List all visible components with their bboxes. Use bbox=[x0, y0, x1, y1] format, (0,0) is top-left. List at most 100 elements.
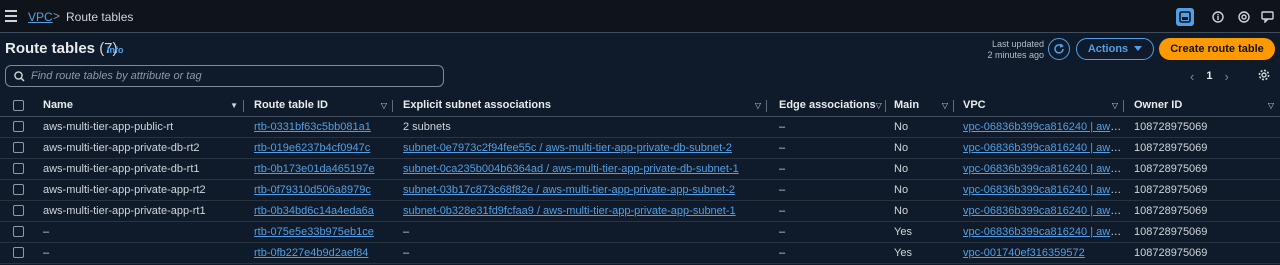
cell-main-text: No bbox=[894, 120, 909, 133]
column-header-name[interactable]: Name ▼ bbox=[37, 95, 244, 117]
cell-subnet-associations-link[interactable]: subnet-0b328e31fd9fcfaa9 / aws-multi-tie… bbox=[403, 205, 736, 217]
breadcrumb-current: Route tables bbox=[66, 10, 134, 24]
cell-main-text: Yes bbox=[894, 246, 912, 259]
search-input[interactable] bbox=[31, 70, 431, 82]
cell-route-table-id-link[interactable]: rtb-075e5e33b975eb1ce bbox=[254, 226, 374, 238]
sort-caret-icon[interactable]: ▼ bbox=[230, 101, 238, 110]
column-header-main[interactable]: Main ▽ bbox=[886, 95, 954, 117]
cell-route-table-id-link[interactable]: rtb-019e6237b4cf0947c bbox=[254, 142, 370, 154]
cell-edge-associations-text: – bbox=[779, 204, 786, 217]
actions-button[interactable]: Actions bbox=[1076, 38, 1154, 60]
cell-subnet-associations: subnet-0b328e31fd9fcfaa9 / aws-multi-tie… bbox=[393, 200, 767, 222]
table-row[interactable]: aws-multi-tier-app-private-app-rt1 rtb-0b… bbox=[0, 200, 1280, 222]
row-checkbox[interactable] bbox=[13, 163, 24, 175]
cell-subnet-associations-link[interactable]: subnet-0e7973c2f94fee55c / aws-multi-tie… bbox=[403, 142, 732, 154]
cell-subnet-associations-link[interactable]: subnet-03b17c873c68f82e / aws-multi-tier… bbox=[403, 184, 735, 196]
column-header-route-table-id[interactable]: Route table ID ▽ bbox=[244, 95, 393, 117]
column-label: Edge associations bbox=[779, 99, 876, 112]
cell-owner-id: 108728975069 bbox=[1124, 116, 1280, 138]
cell-name: aws-multi-tier-app-private-app-rt1 bbox=[37, 200, 244, 222]
cell-owner-id: 108728975069 bbox=[1124, 242, 1280, 264]
last-updated: Last updated 2 minutes ago bbox=[980, 39, 1044, 61]
table-row[interactable]: aws-multi-tier-app-private-app-rt2 rtb-0f… bbox=[0, 179, 1280, 201]
search-box[interactable] bbox=[5, 65, 444, 87]
row-checkbox[interactable] bbox=[13, 226, 24, 238]
cell-route-table-id-link[interactable]: rtb-0331bf63c5bb081a1 bbox=[254, 121, 371, 133]
cell-main-text: No bbox=[894, 162, 909, 175]
select-all-checkbox[interactable] bbox=[13, 99, 24, 111]
info-icon[interactable] bbox=[1209, 8, 1227, 26]
cell-main: No bbox=[886, 137, 954, 159]
current-page[interactable]: 1 bbox=[1206, 70, 1212, 82]
cell-vpc-link[interactable]: vpc-06836b399ca816240 | aws-... bbox=[963, 142, 1124, 154]
feedback-icon[interactable] bbox=[1258, 8, 1276, 26]
cell-route-table-id: rtb-075e5e33b975eb1ce bbox=[244, 221, 393, 243]
table-row[interactable]: aws-multi-tier-app-private-db-rt1 rtb-0b1… bbox=[0, 158, 1280, 180]
cell-edge-associations: – bbox=[767, 242, 886, 264]
cell-owner-id-text: 108728975069 bbox=[1134, 120, 1208, 133]
row-select-cell bbox=[0, 221, 37, 243]
cell-vpc-link[interactable]: vpc-06836b399ca816240 | aws-... bbox=[963, 205, 1124, 217]
cell-vpc-link[interactable]: vpc-06836b399ca816240 | aws-... bbox=[963, 121, 1124, 133]
column-header-vpc[interactable]: VPC ▽ bbox=[954, 95, 1124, 117]
column-header-explicit-subnet-associations[interactable]: Explicit subnet associations ▽ bbox=[393, 95, 767, 117]
row-select-cell bbox=[0, 200, 37, 222]
sort-caret-icon[interactable]: ▽ bbox=[381, 101, 387, 110]
cell-edge-associations-text: – bbox=[779, 246, 786, 259]
table-row[interactable]: aws-multi-tier-app-private-db-rt2 rtb-019… bbox=[0, 137, 1280, 159]
next-page-icon[interactable]: › bbox=[1224, 69, 1228, 84]
table-row[interactable]: – rtb-0fb227e4b9d2aef84 – – Yes vpc-001740ef3… bbox=[0, 242, 1280, 264]
row-checkbox[interactable] bbox=[13, 247, 24, 259]
cell-route-table-id-link[interactable]: rtb-0b173e01da465197e bbox=[254, 163, 375, 175]
cell-edge-associations-text: – bbox=[779, 141, 786, 154]
cell-route-table-id-link[interactable]: rtb-0b34bd6c14a4eda6a bbox=[254, 205, 374, 217]
notifications-icon[interactable] bbox=[1235, 8, 1253, 26]
row-checkbox[interactable] bbox=[13, 121, 24, 133]
cell-vpc-link[interactable]: vpc-001740ef316359572 bbox=[963, 247, 1085, 259]
cell-vpc: vpc-06836b399ca816240 | aws-... bbox=[954, 158, 1124, 180]
cell-vpc: vpc-001740ef316359572 bbox=[954, 242, 1124, 264]
sort-caret-icon[interactable]: ▽ bbox=[755, 101, 761, 110]
cell-name: aws-multi-tier-app-private-db-rt2 bbox=[37, 137, 244, 159]
cell-route-table-id-link[interactable]: rtb-0f79310d506a8979c bbox=[254, 184, 371, 196]
cell-name-text: aws-multi-tier-app-private-app-rt1 bbox=[43, 204, 206, 217]
row-checkbox[interactable] bbox=[13, 184, 24, 196]
row-checkbox[interactable] bbox=[13, 142, 24, 154]
cell-route-table-id: rtb-0fb227e4b9d2aef84 bbox=[244, 242, 393, 264]
row-checkbox[interactable] bbox=[13, 205, 24, 217]
cell-name-text: aws-multi-tier-app-private-db-rt2 bbox=[43, 141, 200, 154]
page-title: Route tables (7) bbox=[5, 40, 118, 57]
split-panel-icon[interactable] bbox=[1176, 8, 1194, 26]
top-navigation-bar: VPC > Route tables bbox=[0, 0, 1280, 33]
cell-vpc: vpc-06836b399ca816240 | aws-... bbox=[954, 116, 1124, 138]
refresh-button[interactable] bbox=[1048, 38, 1070, 60]
sort-caret-icon[interactable]: ▽ bbox=[1112, 101, 1118, 110]
cell-main: No bbox=[886, 200, 954, 222]
cell-route-table-id-link[interactable]: rtb-0fb227e4b9d2aef84 bbox=[254, 247, 368, 259]
table-row[interactable]: – rtb-075e5e33b975eb1ce – – Yes vpc-06836b399… bbox=[0, 221, 1280, 243]
column-header-owner-id[interactable]: Owner ID ▽ bbox=[1124, 95, 1280, 117]
cell-owner-id: 108728975069 bbox=[1124, 179, 1280, 201]
info-link[interactable]: Info bbox=[107, 45, 124, 55]
cell-route-table-id: rtb-0b34bd6c14a4eda6a bbox=[244, 200, 393, 222]
cell-vpc-link[interactable]: vpc-06836b399ca816240 | aws-... bbox=[963, 226, 1124, 238]
menu-icon[interactable] bbox=[5, 10, 17, 22]
cell-subnet-associations: subnet-0e7973c2f94fee55c / aws-multi-tie… bbox=[393, 137, 767, 159]
cell-vpc-link[interactable]: vpc-06836b399ca816240 | aws-... bbox=[963, 184, 1124, 196]
cell-edge-associations: – bbox=[767, 221, 886, 243]
column-header-edge-associations[interactable]: Edge associations ▽ bbox=[767, 95, 886, 117]
sort-caret-icon[interactable]: ▽ bbox=[1268, 101, 1274, 110]
cell-owner-id-text: 108728975069 bbox=[1134, 204, 1208, 217]
column-label: Name bbox=[43, 99, 73, 112]
table-row[interactable]: aws-multi-tier-app-public-rt rtb-0331bf63… bbox=[0, 116, 1280, 138]
create-route-table-button[interactable]: Create route table bbox=[1159, 38, 1275, 60]
cell-subnet-associations-link[interactable]: subnet-0ca235b004b6364ad / aws-multi-tie… bbox=[403, 163, 739, 175]
sort-caret-icon[interactable]: ▽ bbox=[876, 101, 882, 110]
sort-caret-icon[interactable]: ▽ bbox=[942, 101, 948, 110]
refresh-icon bbox=[1054, 43, 1064, 54]
table-settings-icon[interactable] bbox=[1258, 69, 1270, 84]
cell-vpc-link[interactable]: vpc-06836b399ca816240 | aws-... bbox=[963, 163, 1124, 175]
breadcrumb-vpc-link[interactable]: VPC bbox=[28, 10, 53, 24]
previous-page-icon[interactable]: ‹ bbox=[1190, 69, 1194, 84]
cell-name: aws-multi-tier-app-private-app-rt2 bbox=[37, 179, 244, 201]
